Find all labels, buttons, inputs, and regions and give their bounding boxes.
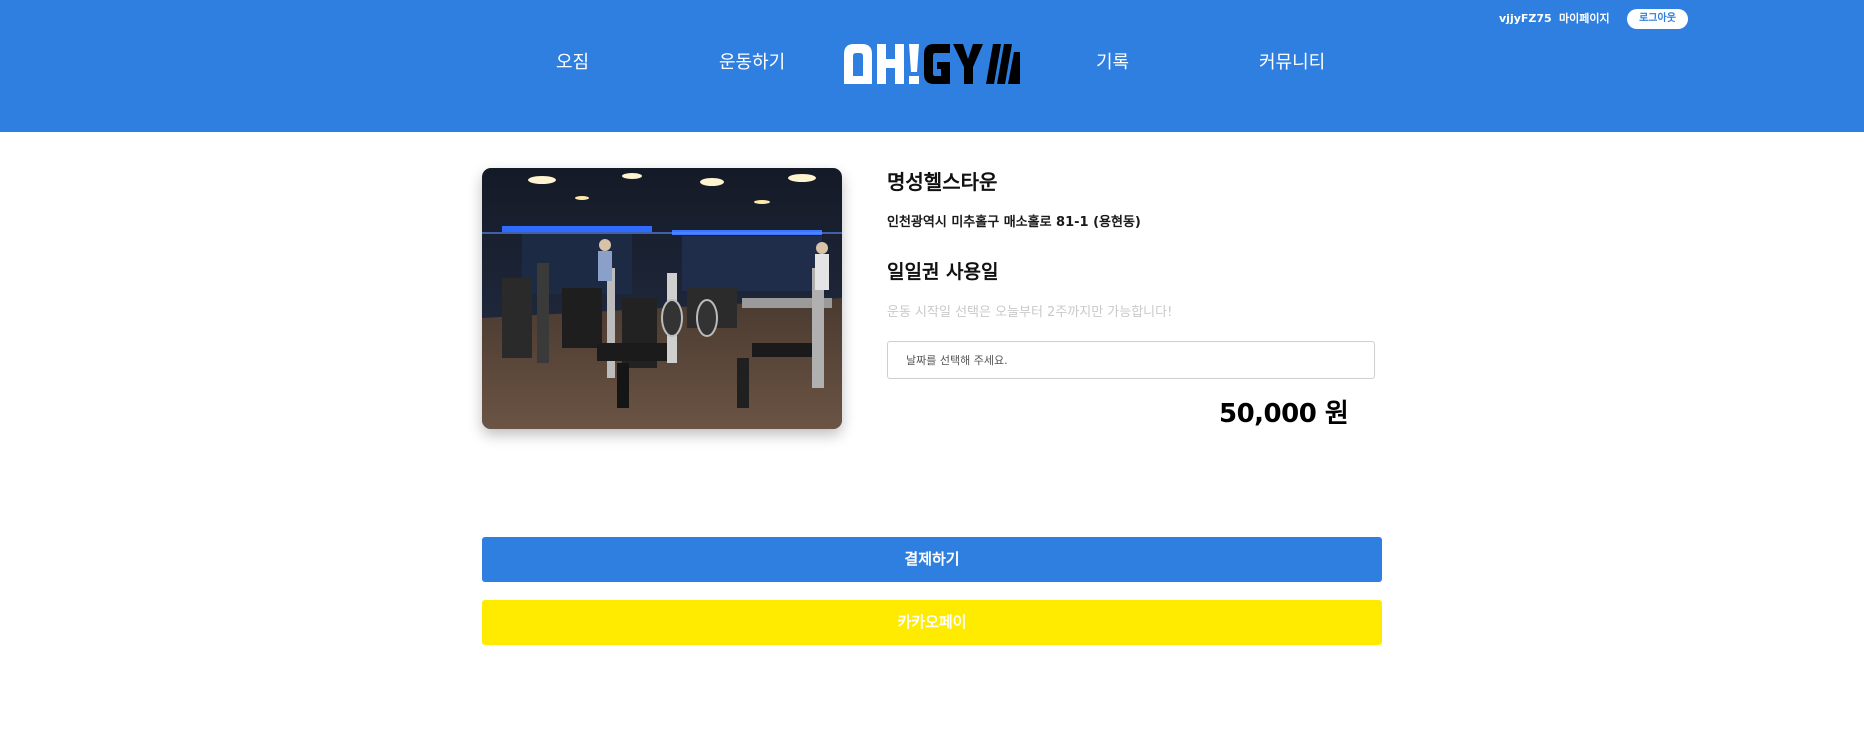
mypage-link[interactable]: 마이페이지 [1559, 11, 1610, 27]
nav-item-ojim[interactable]: 오짐 [556, 50, 589, 76]
nav-item-workout[interactable]: 운동하기 [719, 50, 785, 76]
pass-notice: 운동 시작일 선택은 오늘부터 2주까지만 가능합니다! [887, 305, 1173, 320]
header-bar: vjjyFZ75 마이페이지 로그아웃 오짐 운동하기 기록 커뮤니티 [0, 0, 1864, 132]
nav-item-community[interactable]: 커뮤니티 [1259, 50, 1325, 76]
pass-title: 일일권 사용일 [887, 261, 999, 283]
date-input[interactable] [887, 341, 1375, 379]
price: 50,000 원 [1219, 399, 1349, 429]
gym-address: 인천광역시 미추홀구 매소홀로 81-1 (용현동) [887, 215, 1141, 230]
logout-button[interactable]: 로그아웃 [1627, 9, 1688, 29]
gym-photo [482, 168, 842, 429]
ohgym-logo[interactable] [842, 42, 1022, 86]
pay-button[interactable]: 결제하기 [482, 537, 1382, 582]
nav-item-record[interactable]: 기록 [1096, 50, 1129, 76]
ohgym-logo-mark [844, 44, 1020, 84]
user-id: vjjyFZ75 [1499, 12, 1552, 25]
kakaopay-button[interactable]: 카카오페이 [482, 600, 1382, 645]
gym-name: 명성헬스타운 [887, 170, 998, 194]
